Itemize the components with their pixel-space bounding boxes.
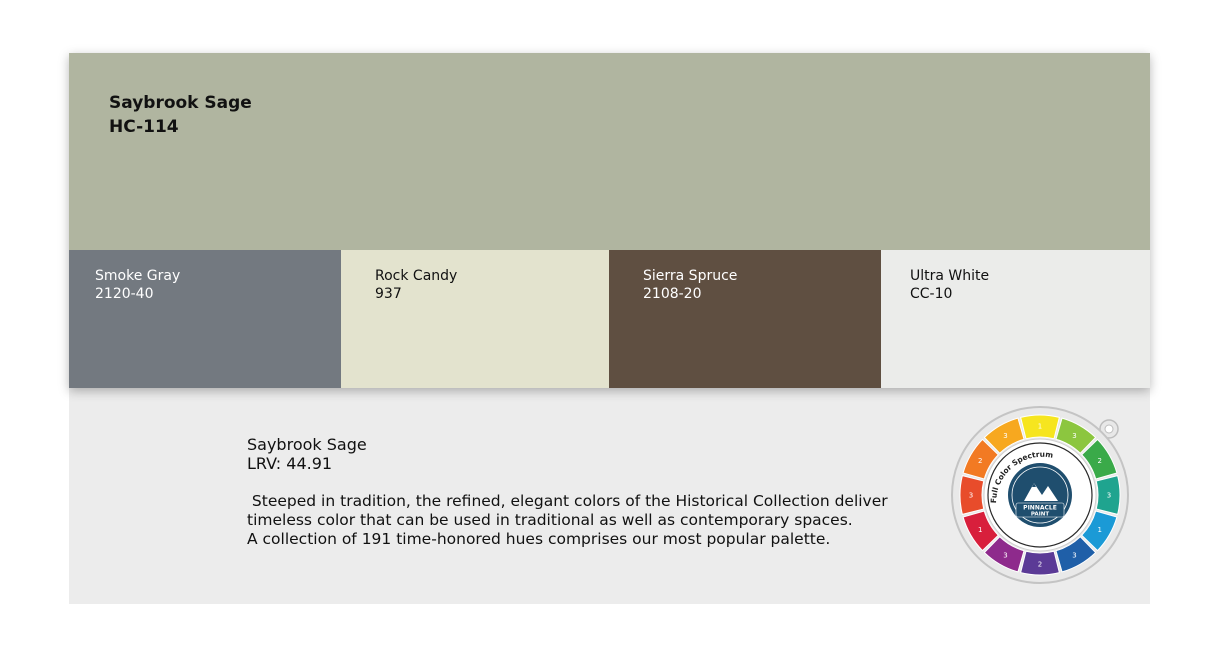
color-wheel-number: 3 xyxy=(1003,551,1007,559)
collection-description: Steeped in tradition, the refined, elega… xyxy=(247,492,947,549)
swatch-name: Rock Candy xyxy=(375,268,458,284)
swatch-code: CC-10 xyxy=(910,286,953,302)
color-wheel-number: 3 xyxy=(1003,432,1007,440)
main-color-code: HC-114 xyxy=(109,117,179,137)
wheel-logo-line1: PINNACLE xyxy=(1023,505,1057,512)
color-wheel-number: 3 xyxy=(1072,432,1076,440)
color-wheel-number: 2 xyxy=(978,457,982,465)
info-lrv: LRV: 44.91 xyxy=(247,454,333,473)
swatch-sierra-spruce[interactable]: Sierra Spruce 2108-20 xyxy=(609,250,881,388)
swatch-smoke-gray[interactable]: Smoke Gray 2120-40 xyxy=(69,250,341,388)
description-line: timeless color that can be used in tradi… xyxy=(247,511,853,529)
color-wheel-number: 3 xyxy=(1107,492,1111,500)
description-line: A collection of 191 time-honored hues co… xyxy=(247,530,831,548)
color-palette-card: Saybrook Sage HC-114 Smoke Gray 2120-40 … xyxy=(69,53,1150,388)
main-color-swatch: Saybrook Sage HC-114 xyxy=(69,53,1150,250)
swatch-name: Sierra Spruce xyxy=(643,268,738,284)
color-wheel-icon: 132313231323 Full Color Spectrum PINNACL… xyxy=(951,406,1129,584)
color-wheel-number: 2 xyxy=(1098,457,1102,465)
color-wheel-number: 1 xyxy=(978,526,982,534)
swatch-rock-candy[interactable]: Rock Candy 937 xyxy=(341,250,609,388)
swatch-name: Smoke Gray xyxy=(95,268,181,284)
swatch-code: 2108-20 xyxy=(643,286,702,302)
color-wheel-number: 1 xyxy=(1038,423,1042,431)
description-line: Steeped in tradition, the refined, elega… xyxy=(247,492,888,510)
wheel-logo-line2: PAINT xyxy=(1031,512,1049,518)
swatch-code: 937 xyxy=(375,286,402,302)
main-color-title: Saybrook Sage HC-114 xyxy=(109,91,252,139)
swatch-name: Ultra White xyxy=(910,268,990,284)
swatch-ultra-white[interactable]: Ultra White CC-10 xyxy=(881,250,1150,388)
swatch-code: 2120-40 xyxy=(95,286,154,302)
color-wheel-number: 3 xyxy=(969,492,973,500)
color-wheel-number: 3 xyxy=(1072,551,1076,559)
main-color-name: Saybrook Sage xyxy=(109,93,252,113)
color-wheel-number: 1 xyxy=(1098,526,1102,534)
info-color-name: Saybrook Sage xyxy=(247,435,367,454)
color-info-panel: Saybrook Sage LRV: 44.91 Steeped in trad… xyxy=(69,388,1150,604)
color-wheel-number: 2 xyxy=(1038,561,1042,569)
coordinating-swatches: Smoke Gray 2120-40 Rock Candy 937 Sierra… xyxy=(69,250,1150,388)
